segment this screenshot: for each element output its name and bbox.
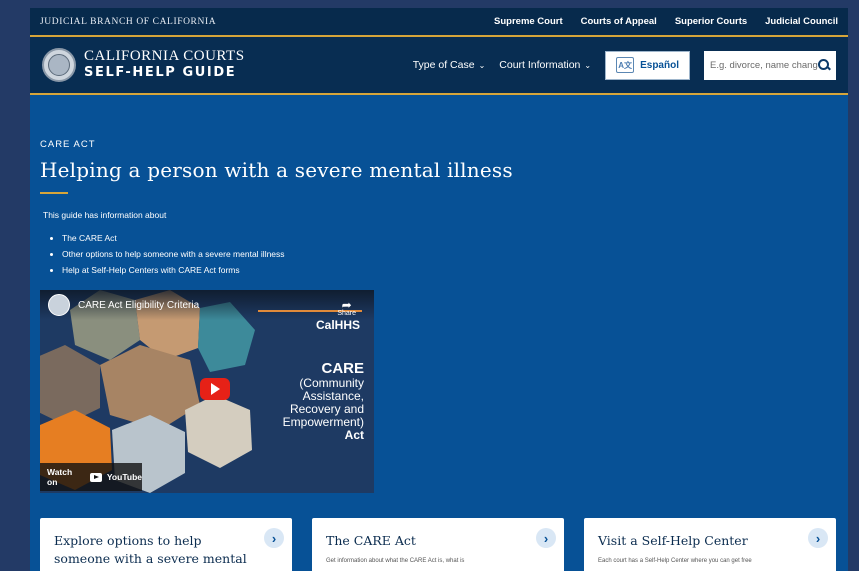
espanol-label: Español [640, 59, 679, 71]
calhhs-logo: CalHHS [315, 318, 360, 332]
share-label: Share [337, 310, 356, 317]
card-title: Explore options to help someone with a s… [54, 533, 247, 571]
utility-links: Supreme Court Courts of Appeal Superior … [494, 16, 838, 27]
link-supreme-court[interactable]: Supreme Court [494, 16, 563, 27]
espanol-button[interactable]: A文 Español [605, 50, 690, 80]
list-item: Help at Self-Help Centers with CARE Act … [62, 262, 838, 278]
card-description: Get information about what the CARE Act … [326, 558, 465, 564]
page-title: Helping a person with a severe mental il… [40, 158, 513, 182]
topic-list: The CARE Act Other options to help someo… [62, 230, 838, 278]
card-explore-options[interactable]: Explore options to help someone with a s… [40, 518, 292, 571]
section-eyebrow: CARE ACT [40, 139, 96, 150]
card-care-act[interactable]: The CARE Act Get information about what … [312, 518, 564, 571]
state-seal-icon [42, 48, 76, 82]
search-input[interactable] [710, 59, 818, 71]
site-logo[interactable]: CALIFORNIA COURTS SELF-HELP GUIDE [42, 48, 245, 82]
intro-text: This guide has information about [43, 210, 167, 220]
translate-icon: A文 [616, 57, 635, 73]
care-act-word: Act [344, 428, 364, 442]
care-graphic-text: CARE (Community Assistance, Recovery and… [283, 360, 364, 442]
site-header: CALIFORNIA COURTS SELF-HELP GUIDE Type o… [30, 37, 848, 93]
main-nav: Type of Case ⌄ Court Information ⌄ A文 Es… [413, 50, 836, 80]
play-button-icon[interactable] [200, 378, 230, 400]
nav-type-of-case-label: Type of Case [412, 59, 475, 71]
card-description: Each court has a Self-Help Center where … [598, 558, 752, 564]
card-self-help-center[interactable]: Visit a Self-Help Center Each court has … [584, 518, 836, 571]
card-row: Explore options to help someone with a s… [40, 518, 836, 571]
nav-type-of-case[interactable]: Type of Case ⌄ [413, 59, 486, 71]
card-title: The CARE Act [326, 533, 416, 548]
video-embed[interactable]: CARE Act Eligibility Criteria ➦ Share Ca… [40, 290, 374, 493]
video-title[interactable]: CARE Act Eligibility Criteria [78, 300, 199, 311]
search-box [704, 50, 836, 80]
link-judicial-council[interactable]: Judicial Council [765, 16, 838, 27]
chevron-right-icon[interactable]: › [264, 528, 284, 548]
chevron-down-icon: ⌄ [584, 60, 592, 70]
share-button[interactable]: ➦ Share [337, 298, 356, 317]
list-item: The CARE Act [62, 230, 838, 246]
watch-on-label: Watch on [47, 467, 73, 487]
care-heading: CARE [321, 360, 364, 377]
title-accent-line [40, 192, 68, 194]
main-content: CARE ACT Helping a person with a severe … [30, 139, 848, 493]
nav-court-information-label: Court Information [499, 59, 581, 71]
page-frame: JUDICIAL BRANCH OF CALIFORNIA Supreme Co… [30, 8, 848, 571]
youtube-label: YouTube [106, 472, 142, 482]
logo-line-1: CALIFORNIA COURTS [84, 48, 245, 64]
chevron-right-icon[interactable]: › [808, 528, 828, 548]
gold-divider [30, 93, 848, 95]
utility-bar: JUDICIAL BRANCH OF CALIFORNIA Supreme Co… [30, 8, 848, 35]
logo-line-2: SELF-HELP GUIDE [84, 65, 237, 80]
share-icon: ➦ [341, 298, 352, 312]
watch-on-youtube-button[interactable]: Watch on YouTube [40, 463, 142, 491]
card-title: Visit a Self-Help Center [598, 533, 748, 548]
channel-avatar[interactable] [48, 294, 70, 316]
chevron-right-icon[interactable]: › [536, 528, 556, 548]
link-courts-of-appeal[interactable]: Courts of Appeal [581, 16, 657, 27]
link-superior-courts[interactable]: Superior Courts [675, 16, 747, 27]
video-title-bar: CARE Act Eligibility Criteria [40, 290, 374, 320]
list-item: Other options to help someone with a sev… [62, 246, 838, 262]
nav-court-information[interactable]: Court Information ⌄ [499, 59, 591, 71]
search-icon[interactable] [818, 59, 830, 71]
judicial-branch-label: JUDICIAL BRANCH OF CALIFORNIA [40, 16, 217, 27]
chevron-down-icon: ⌄ [478, 60, 486, 70]
youtube-icon [89, 472, 102, 482]
